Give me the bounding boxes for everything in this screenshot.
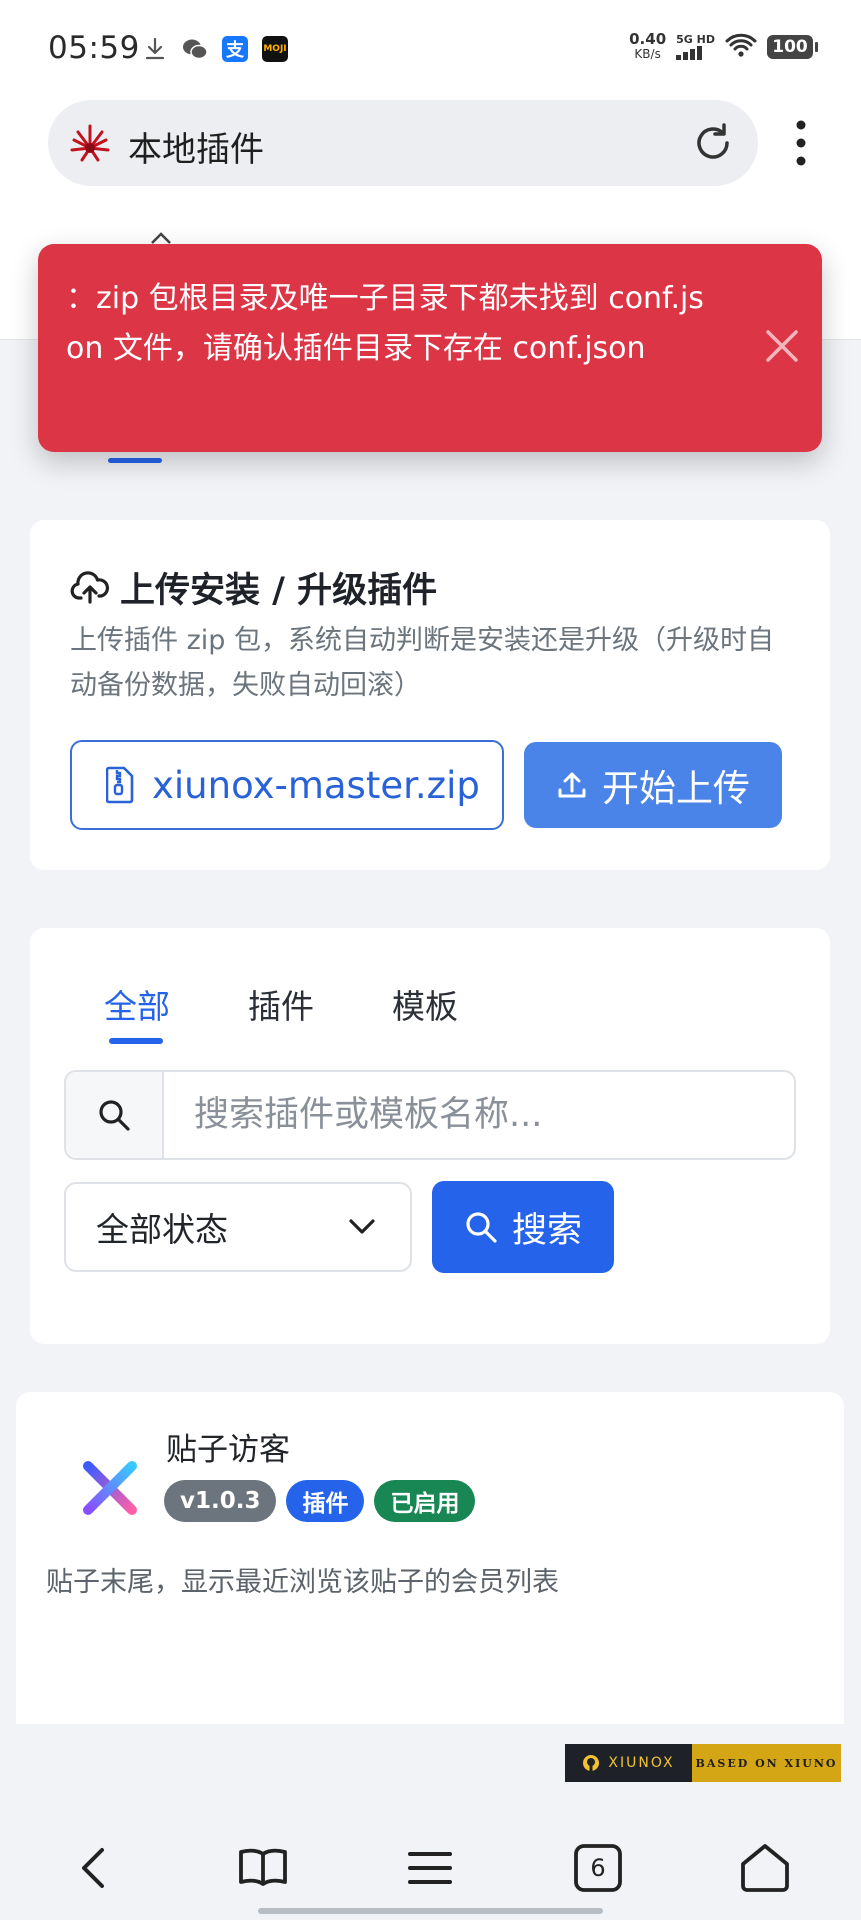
search-group [64, 1070, 796, 1160]
based-on-badge: BASED ON XIUNO [692, 1744, 841, 1782]
battery-icon: 100 [767, 35, 818, 59]
plugin-x-icon [66, 1444, 154, 1532]
signal-icon [676, 46, 703, 60]
status-time: 05:59 [48, 30, 140, 66]
github-icon [583, 1755, 600, 1771]
moji-icon: MOJI [262, 36, 288, 62]
search-input[interactable] [164, 1072, 794, 1158]
plugin-name: 贴子访客 [166, 1432, 290, 1468]
search-button[interactable]: 搜索 [432, 1181, 614, 1273]
more-menu-icon[interactable] [786, 118, 816, 168]
tab-indicator [108, 458, 162, 463]
close-icon[interactable] [760, 324, 804, 368]
powered-by-badge[interactable]: XIUNOX BASED ON XIUNO [565, 1744, 841, 1782]
upload-icon [558, 772, 586, 798]
wechat-icon [182, 36, 208, 62]
status-select-value: 全部状态 [96, 1210, 228, 1249]
version-badge: v1.0.3 [164, 1480, 277, 1522]
error-toast: ：zip 包根目录及唯一子目录下都未找到 conf.json 文件，请确认插件目… [38, 244, 822, 452]
site-logo-icon [68, 122, 112, 166]
download-icon [142, 36, 168, 62]
type-tabs: 全部 插件 模板 [104, 980, 458, 1028]
chevron-down-icon [349, 1219, 375, 1234]
cloud-upload-icon [70, 570, 110, 604]
tab-count: 6 [590, 1854, 606, 1882]
type-badge: 插件 [286, 1480, 365, 1522]
status-select[interactable]: 全部状态 [64, 1182, 412, 1272]
wifi-icon [725, 33, 757, 61]
xiunox-badge: XIUNOX [565, 1744, 692, 1782]
file-zip-icon [106, 766, 134, 804]
selected-file-name: xiunox-master.zip [152, 763, 480, 807]
file-picker-button[interactable]: xiunox-master.zip [70, 740, 504, 830]
tabs-button[interactable]: 6 [566, 1836, 630, 1900]
notification-icons: 支 MOJI [142, 36, 288, 62]
page-title: 本地插件 [128, 130, 264, 170]
status-bar: 05:59 支 MOJI 0.40 KB/s 5G HD 100 [0, 0, 861, 100]
home-icon[interactable] [733, 1836, 797, 1900]
chevron-up-icon [150, 230, 172, 244]
net-speed: 0.40 KB/s [629, 30, 667, 62]
network-type: 5G HD [676, 33, 715, 46]
alipay-icon: 支 [222, 36, 248, 62]
menu-icon[interactable] [398, 1836, 462, 1900]
start-upload-button[interactable]: 开始上传 [524, 742, 782, 828]
search-icon [66, 1072, 164, 1158]
back-icon[interactable] [64, 1836, 128, 1900]
plugin-description: 贴子末尾，显示最近浏览该贴子的会员列表 [46, 1567, 559, 1598]
toast-message: ：zip 包根目录及唯一子目录下都未找到 conf.json 文件，请确认插件目… [66, 281, 704, 366]
upload-title-text: 上传安装 / 升级插件 [120, 571, 438, 611]
upload-card: 上传安装 / 升级插件 上传插件 zip 包，系统自动判断是安装还是升级（升级时… [30, 520, 830, 870]
active-tab-indicator [109, 1038, 163, 1044]
bookmarks-icon[interactable] [231, 1836, 295, 1900]
search-icon [466, 1212, 497, 1243]
plugin-badges: v1.0.3 插件 已启用 [164, 1480, 476, 1522]
tab-templates[interactable]: 模板 [392, 980, 458, 1028]
status-badge: 已启用 [374, 1480, 476, 1522]
address-bar[interactable]: 本地插件 [48, 100, 758, 186]
status-right: 0.40 KB/s 5G HD 100 [629, 30, 818, 62]
cellular-signal: 5G HD [676, 34, 715, 60]
filter-card: 全部 插件 模板 全部状态 搜索 [30, 928, 830, 1344]
home-indicator[interactable] [258, 1908, 603, 1914]
tab-plugins[interactable]: 插件 [248, 980, 314, 1028]
plugin-card[interactable]: 贴子访客 v1.0.3 插件 已启用 贴子末尾，显示最近浏览该贴子的会员列表 [16, 1392, 844, 1724]
browser-bottom-nav: 6 [0, 1820, 861, 1920]
upload-title: 上传安装 / 升级插件 [70, 562, 437, 613]
reload-icon[interactable] [690, 120, 736, 166]
tab-all[interactable]: 全部 [104, 980, 170, 1028]
upload-description: 上传插件 zip 包，系统自动判断是安装还是升级（升级时自动备份数据，失败自动回… [70, 625, 774, 701]
